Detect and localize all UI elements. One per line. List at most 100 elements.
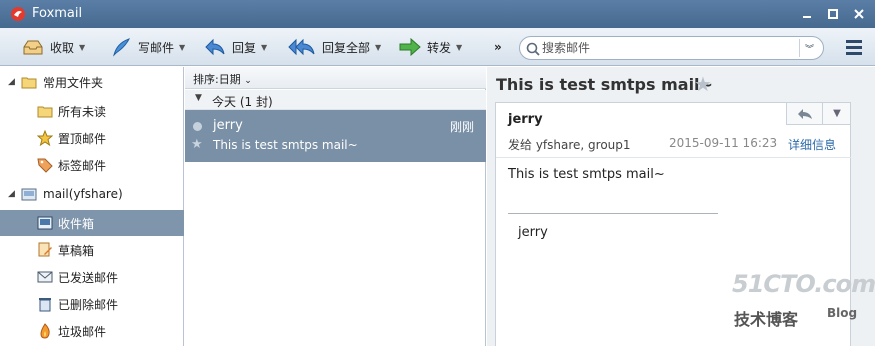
header-divider xyxy=(496,157,851,158)
forward-label: 转发 xyxy=(427,40,452,55)
collapse-triangle-icon[interactable]: ◢ xyxy=(8,189,15,199)
junk-flame-icon xyxy=(40,323,50,339)
sent-icon xyxy=(37,271,53,283)
folder-sidebar: ◢ 常用文件夹 所有未读 置顶邮件 标签邮件 ◢ mail(yfshare) 收… xyxy=(0,67,184,346)
search-box[interactable]: ︾ xyxy=(519,36,824,60)
reply-arrow-icon xyxy=(204,36,226,58)
minimize-icon xyxy=(803,16,811,18)
sidebar-item-label: 置顶邮件 xyxy=(58,131,107,146)
star-icon xyxy=(37,130,53,146)
reply-arrow-icon xyxy=(797,108,812,119)
sort-label[interactable]: 排序:日期 ⌄ xyxy=(193,71,252,87)
close-button[interactable] xyxy=(847,4,871,24)
watermark-line3: Blog xyxy=(827,306,858,320)
sidebar-item-junk[interactable]: 垃圾邮件 xyxy=(0,318,184,344)
collapse-triangle-icon[interactable]: ▼ xyxy=(195,93,202,103)
sidebar-item-label: 已删除邮件 xyxy=(58,297,119,312)
chevron-down-icon[interactable]: ▼ xyxy=(179,43,185,52)
inbox-icon xyxy=(37,216,53,230)
chevron-down-icon: ⌄ xyxy=(244,76,252,86)
sidebar-item-label: 已发送邮件 xyxy=(58,270,119,285)
details-link[interactable]: 详细信息 xyxy=(788,136,836,153)
maximize-icon xyxy=(828,9,838,19)
message-sender: jerry xyxy=(213,118,243,133)
reply-button[interactable] xyxy=(787,103,823,124)
watermark-line2: 技术博客 xyxy=(734,310,799,329)
star-icon[interactable]: ★ xyxy=(694,72,712,96)
chevron-down-icon[interactable]: ▼ xyxy=(261,43,267,52)
reply-label: 回复 xyxy=(232,40,257,55)
minimize-button[interactable] xyxy=(795,4,819,24)
sidebar-item-drafts[interactable]: 草稿箱 xyxy=(0,237,184,263)
folder-icon xyxy=(37,106,53,118)
chevron-down-icon[interactable]: ▼ xyxy=(79,43,85,52)
message-subject: This is test smtps mail~ xyxy=(213,138,358,152)
reader-subject: This is test smtps mail~ xyxy=(496,75,713,94)
tag-icon xyxy=(37,158,53,173)
message-list: 排序:日期 ⌄ ▼ 今天 (1 封) jerry 刚刚 ★ This is te… xyxy=(185,67,486,346)
search-options-chevron-icon[interactable]: ︾ xyxy=(799,39,819,57)
drafts-icon xyxy=(38,242,52,257)
sidebar-item-sent[interactable]: 已发送邮件 xyxy=(0,264,184,290)
search-icon xyxy=(526,42,540,56)
sidebar-item-inbox[interactable]: 收件箱 xyxy=(0,210,184,236)
inbox-tray-icon xyxy=(22,36,44,58)
sidebar-item-label: 标签邮件 xyxy=(58,158,107,173)
account-mailbox-icon xyxy=(21,188,37,201)
trash-icon xyxy=(39,298,51,312)
close-icon xyxy=(854,9,864,19)
sidebar-item-label: 草稿箱 xyxy=(58,243,95,258)
sidebar-item-label: 收件箱 xyxy=(58,216,95,231)
message-list-item[interactable]: jerry 刚刚 ★ This is test smtps mail~ xyxy=(185,110,486,162)
date-group-header[interactable]: ▼ 今天 (1 封) xyxy=(185,90,486,110)
chevron-down-icon[interactable]: ▼ xyxy=(375,43,381,52)
sort-bar[interactable]: 排序:日期 ⌄ xyxy=(185,67,486,89)
sidebar-group-account[interactable]: ◢ mail(yfshare) xyxy=(0,181,184,207)
sidebar-item-tagged[interactable]: 标签邮件 xyxy=(0,152,184,178)
message-actions: ▼ xyxy=(786,103,850,125)
compose-button[interactable]: 写邮件 ▼ xyxy=(110,35,185,59)
date-group-label: 今天 (1 封) xyxy=(212,95,273,109)
receive-label: 收取 xyxy=(50,40,75,55)
maximize-button[interactable] xyxy=(821,4,845,24)
message-signature: jerry xyxy=(518,225,548,240)
title-bar: Foxmail xyxy=(0,0,875,28)
reply-button[interactable]: 回复 ▼ xyxy=(204,35,267,59)
read-status-dot-icon[interactable] xyxy=(193,122,202,131)
sidebar-item-label: 垃圾邮件 xyxy=(58,324,107,339)
message-time: 刚刚 xyxy=(449,120,474,134)
sidebar-group-label: 常用文件夹 xyxy=(43,75,104,90)
more-actions-chevron-icon[interactable]: ▼ xyxy=(824,103,850,124)
compose-label: 写邮件 xyxy=(138,40,175,55)
reader-from[interactable]: jerry xyxy=(508,112,543,127)
reply-all-label: 回复全部 xyxy=(322,40,371,55)
star-icon[interactable]: ★ xyxy=(191,137,203,152)
receive-button[interactable]: 收取 ▼ xyxy=(22,35,85,59)
foxmail-logo-icon xyxy=(11,7,25,21)
search-input[interactable] xyxy=(542,39,792,57)
chevron-down-icon[interactable]: ▼ xyxy=(456,43,462,52)
sidebar-group-label: mail(yfshare) xyxy=(43,187,123,201)
watermark: 51CTO.com 技术博客 Blog xyxy=(732,270,875,330)
reply-all-button[interactable]: 回复全部 ▼ xyxy=(288,35,381,59)
sidebar-item-all-unread[interactable]: 所有未读 xyxy=(0,98,184,124)
feather-pen-icon xyxy=(110,36,132,58)
forward-arrow-icon xyxy=(399,36,421,58)
sidebar-group-favorites[interactable]: ◢ 常用文件夹 xyxy=(0,69,184,95)
forward-button[interactable]: 转发 ▼ xyxy=(399,35,462,59)
folder-icon xyxy=(21,77,37,89)
reply-all-arrow-icon xyxy=(288,36,316,58)
sidebar-item-pinned[interactable]: 置顶邮件 xyxy=(0,125,184,151)
message-body: This is test smtps mail~ xyxy=(508,167,665,182)
collapse-triangle-icon[interactable]: ◢ xyxy=(8,77,15,87)
main-menu-button[interactable] xyxy=(842,38,866,58)
signature-divider xyxy=(508,213,718,214)
reader-date: 2015-09-11 16:23 xyxy=(669,136,778,150)
app-title: Foxmail xyxy=(32,6,83,21)
sidebar-item-label: 所有未读 xyxy=(58,104,107,119)
sidebar-item-deleted[interactable]: 已删除邮件 xyxy=(0,291,184,317)
more-tools-button[interactable]: » xyxy=(494,35,502,59)
watermark-line1: 51CTO.com xyxy=(732,270,875,298)
reader-recipients: 发给 yfshare, group1 xyxy=(508,138,631,152)
menu-icon xyxy=(846,40,862,43)
